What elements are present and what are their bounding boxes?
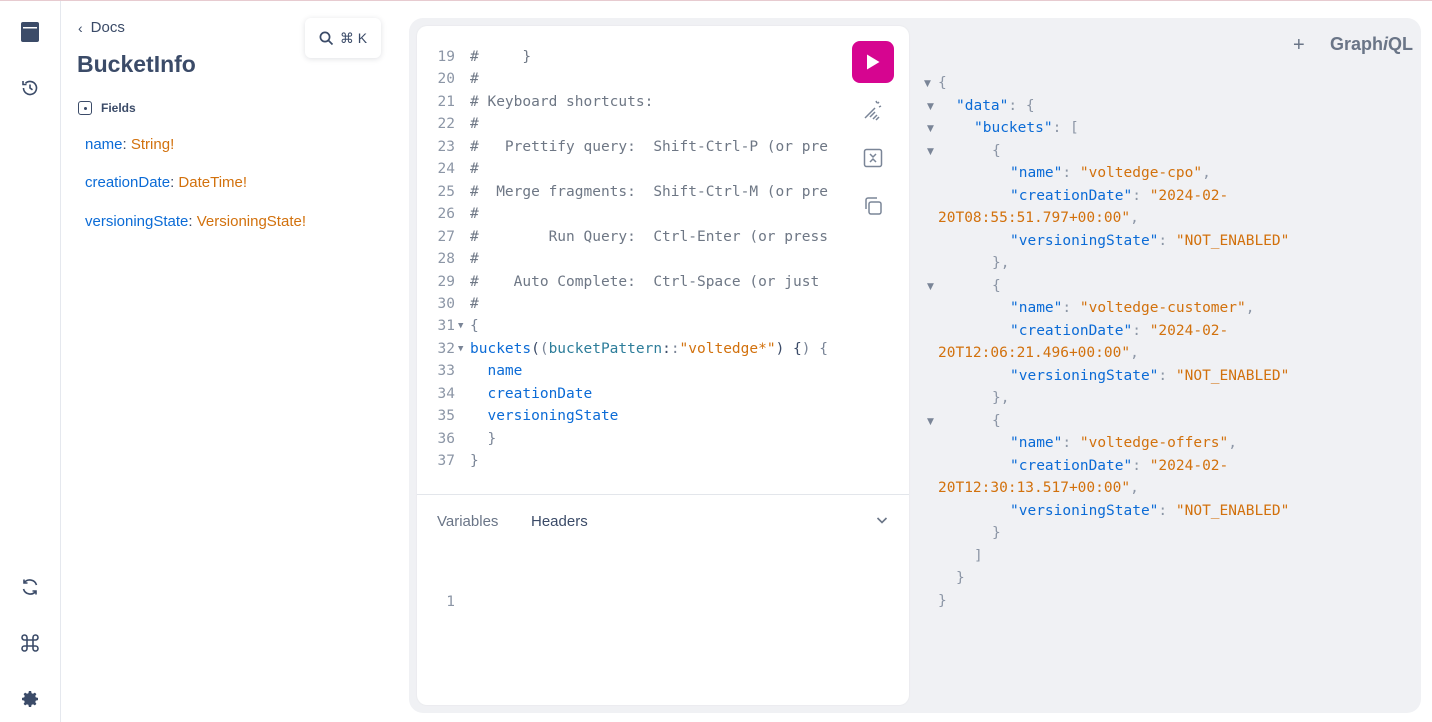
docs-icon[interactable] [16, 18, 44, 46]
settings-icon[interactable] [16, 685, 44, 713]
result-line: "name": "voltedge-customer", [1010, 300, 1255, 316]
result-line: ] [974, 547, 983, 564]
code-line: buckets((bucketPattern::"voltedge*") {) … [470, 340, 828, 357]
tab-headers[interactable]: Headers [531, 513, 588, 530]
field-item-versioningstate[interactable]: versioningState: VersioningState! [85, 213, 306, 230]
add-tab-button[interactable]: + [1293, 34, 1305, 57]
result-line: { [938, 75, 947, 91]
fields-icon [78, 101, 92, 115]
field-type[interactable]: DateTime [178, 174, 242, 191]
result-line: }, [992, 255, 1010, 271]
merge-icon [863, 148, 883, 168]
line-number: 1 [446, 594, 455, 610]
fold-arrow-icon[interactable]: ▼ [458, 344, 463, 354]
divider [417, 494, 909, 495]
docs-back-link[interactable]: ‹ Docs [78, 19, 125, 36]
result-line: "buckets": [ [974, 120, 1079, 136]
history-icon[interactable] [16, 74, 44, 102]
result-line: "versioningState": "NOT_ENABLED" [1010, 502, 1290, 519]
code-line: # Prettify query: Shift-Ctrl-P (or pre [470, 138, 828, 155]
fields-heading-label: Fields [101, 101, 136, 115]
result-line: "name": "voltedge-offers", [1010, 435, 1237, 451]
code-line: } [487, 430, 497, 447]
result-line: "data": { [956, 97, 1035, 114]
code-line: # [470, 206, 479, 223]
chevron-down-icon[interactable] [875, 513, 889, 532]
command-icon[interactable] [16, 629, 44, 657]
result-line: "creationDate": "2024-02- [1010, 457, 1229, 474]
code-line: # [470, 71, 479, 88]
fold-arrow-icon[interactable]: ▼ [927, 282, 934, 292]
field-type[interactable]: String [131, 136, 170, 153]
result-line: 20T12:30:13.517+00:00", [938, 480, 1139, 496]
copy-icon [865, 197, 882, 215]
code-line: # [470, 295, 479, 312]
field-item-creationdate[interactable]: creationDate: DateTime! [85, 174, 247, 191]
chevron-left-icon: ‹ [78, 19, 83, 36]
result-line: "creationDate": "2024-02- [1010, 187, 1229, 204]
field-type[interactable]: VersioningState [197, 213, 302, 230]
fold-arrow-icon[interactable]: ▼ [927, 124, 934, 134]
result-line: 20T12:06:21.496+00:00", [938, 345, 1139, 361]
graphiql-logo: GraphiQL [1330, 34, 1414, 54]
result-line: { [992, 142, 1001, 159]
result-line: } [992, 525, 1001, 541]
prettify-button[interactable] [861, 98, 885, 122]
field-name[interactable]: creationDate [85, 174, 170, 191]
fold-arrow-icon[interactable]: ▼ [924, 79, 931, 89]
field-name[interactable]: name [85, 136, 123, 153]
prettify-icon [864, 100, 882, 121]
search-shortcut: ⌘ K [339, 29, 368, 46]
code-line: # Merge fragments: Shift-Ctrl-M (or pre [470, 183, 828, 200]
merge-fragments-button[interactable] [861, 146, 885, 170]
search-icon [319, 31, 333, 45]
page-title: BucketInfo [77, 51, 196, 77]
result-line: 20T08:55:51.797+00:00", [938, 210, 1139, 226]
code-line: versioningState [487, 408, 619, 425]
fields-heading: Fields [78, 101, 136, 115]
run-query-button[interactable] [852, 41, 894, 83]
fold-arrow-icon[interactable]: ▼ [927, 147, 934, 157]
docs-panel: ‹ Docs BucketInfo Fields name: String! c… [62, 1, 402, 722]
docs-search-button[interactable]: ⌘ K [305, 18, 381, 58]
headers-editor[interactable]: 1 [417, 569, 455, 610]
code-line: # } [470, 49, 532, 65]
fold-arrow-icon[interactable]: ▼ [927, 102, 934, 112]
code-line: # [470, 161, 479, 178]
code-line: } [470, 453, 479, 470]
code-line: creationDate [487, 385, 593, 402]
docs-back-label: Docs [90, 19, 125, 36]
fold-arrow-icon[interactable]: ▼ [458, 321, 463, 331]
field-item-name[interactable]: name: String! [85, 136, 174, 153]
result-line: "name": "voltedge-cpo", [1010, 165, 1211, 181]
fold-arrow-icon[interactable]: ▼ [927, 417, 934, 427]
code-line: # [470, 251, 479, 268]
result-line: } [938, 592, 947, 609]
code-line: # Auto Complete: Ctrl-Space (or just [470, 273, 820, 290]
code-line: # Run Query: Ctrl-Enter (or press [470, 228, 828, 245]
play-icon [867, 54, 880, 70]
result-line: "versioningState": "NOT_ENABLED" [1010, 367, 1290, 384]
code-line: # [470, 116, 479, 133]
result-line: { [992, 277, 1001, 294]
tab-variables[interactable]: Variables [437, 513, 498, 530]
code-line: # Keyboard shortcuts: [470, 93, 654, 110]
result-line: "creationDate": "2024-02- [1010, 322, 1229, 339]
sidebar-rail [0, 1, 61, 722]
result-line: { [992, 412, 1001, 429]
result-line: }, [992, 390, 1010, 406]
refresh-icon[interactable] [16, 573, 44, 601]
code-line: name [487, 363, 523, 380]
code-line: { [470, 318, 479, 335]
result-line: "versioningState": "NOT_ENABLED" [1010, 232, 1290, 249]
copy-query-button[interactable] [861, 194, 885, 218]
result-line: } [956, 570, 965, 586]
field-name[interactable]: versioningState [85, 213, 188, 230]
